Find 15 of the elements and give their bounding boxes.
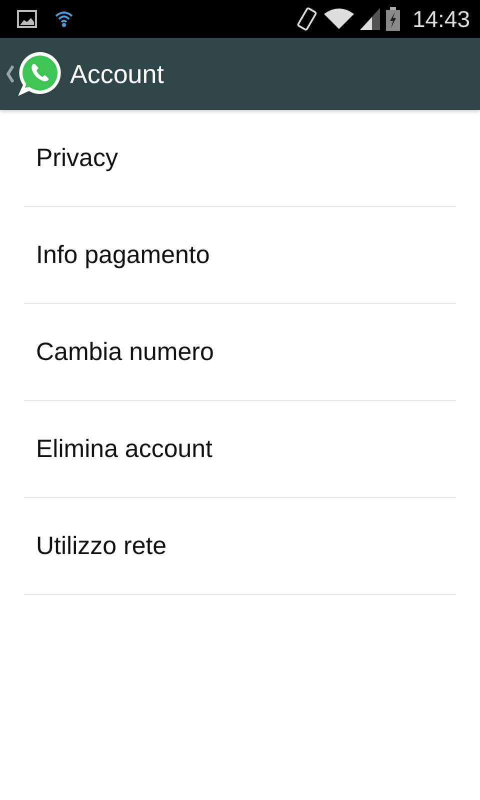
screen-title: Account xyxy=(70,58,164,90)
menu-item[interactable]: Utilizzo rete xyxy=(24,498,456,595)
cell-signal-icon xyxy=(360,8,380,30)
menu-item[interactable]: Info pagamento xyxy=(24,207,456,304)
phone-vibrate-icon xyxy=(296,6,318,32)
battery-charging-icon xyxy=(386,7,400,31)
image-icon xyxy=(17,10,37,28)
wifi-signal-icon xyxy=(324,8,354,30)
menu-item[interactable]: Privacy xyxy=(24,110,456,207)
wifi-icon xyxy=(55,10,73,28)
back-chevron-icon xyxy=(6,65,14,83)
menu-item[interactable]: Cambia numero xyxy=(24,304,456,401)
app-logo-icon xyxy=(16,50,64,98)
menu-item[interactable]: Elimina account xyxy=(24,401,456,498)
clock-time: 14:43 xyxy=(412,6,470,32)
